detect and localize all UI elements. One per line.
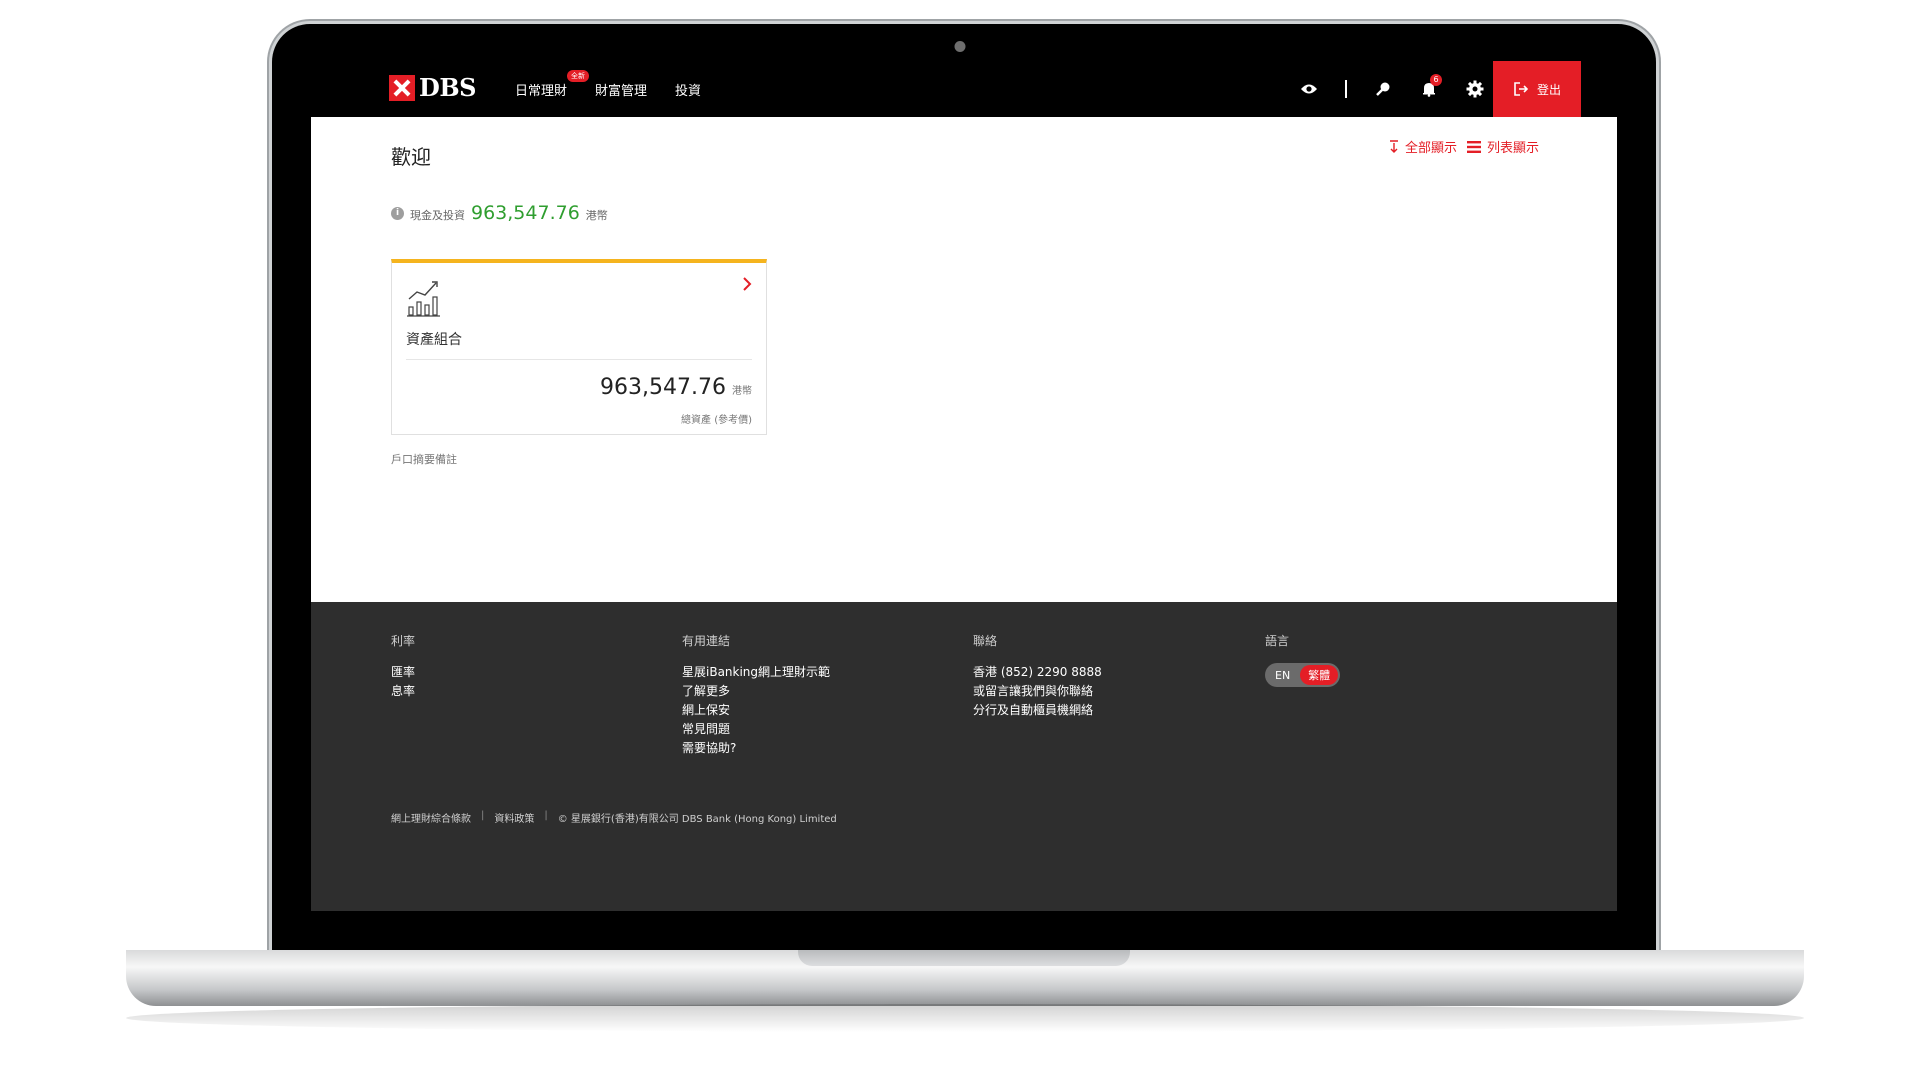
gear-icon[interactable] [1465,79,1485,99]
nav-label: 日常理財 [515,84,568,99]
footer-link-interest-rate[interactable]: 息率 [391,682,415,701]
cash-investment-summary: i 現金及投資 963,547.76 港幣 [391,202,608,224]
footer-useful-title: 有用連結 [682,634,731,648]
pin-icon[interactable] [1373,79,1393,99]
page-title: 歡迎 [391,145,431,169]
footer-link-help[interactable]: 需要協助? [682,739,830,758]
view-all-button[interactable]: 全部顯示 [1389,137,1457,156]
camera [954,41,966,52]
footer-rates-title: 利率 [391,634,416,648]
info-icon[interactable]: i [391,206,404,220]
expand-all-icon [1389,139,1398,153]
lang-option-zh[interactable]: 繁體 [1300,665,1339,685]
list-view-label: 列表顯示 [1486,141,1539,156]
legal-terms-link[interactable]: 網上理財綜合條款 [391,810,471,825]
main-content: 歡迎 全部顯示 列表顯示 i 現金及投資 963,547.76 港幣 資產組合 … [311,117,1617,602]
footer-useful-links: 有用連結 星展iBanking網上理財示範 了解更多 網上保安 常見問題 需要協… [682,632,830,758]
logout-icon [1514,82,1529,96]
dbs-logo-mark [389,74,415,101]
footer-language-title: 語言 [1265,634,1290,648]
laptop-notch [798,950,1130,966]
notification-count: 6 [1430,74,1442,86]
footer-link-fx-rate[interactable]: 匯率 [391,663,415,682]
list-icon [1466,140,1481,153]
laptop-shadow [126,1004,1804,1032]
logout-label: 登出 [1536,82,1561,97]
account-summary-note[interactable]: 戶口摘要備註 [391,451,457,467]
summary-label: 現金及投資 [410,209,465,222]
dbs-logo[interactable]: DBS [389,73,476,102]
nav-label: 財富管理 [595,84,648,99]
footer-link-branches[interactable]: 分行及自動櫃員機網絡 [973,701,1102,720]
footer: 利率 匯率 息率 有用連結 星展iBanking網上理財示範 了解更多 網上保安… [311,602,1617,911]
footer-contact: 聯絡 香港 (852) 2290 8888 或留言讓我們與你聯絡 分行及自動櫃員… [973,632,1102,720]
card-amount-currency: 港幣 [732,386,752,397]
summary-currency: 港幣 [585,209,608,222]
footer-link-learn-more[interactable]: 了解更多 [682,682,830,701]
card-divider [406,359,752,360]
footer-rates: 利率 匯率 息率 [391,632,415,701]
new-badge: 全新 [567,70,590,82]
legal-separator: | [481,810,485,821]
list-view-button[interactable]: 列表顯示 [1466,137,1539,156]
logo-text: DBS [419,73,476,102]
copyright-text: © 星展銀行(香港)有限公司 DBS Bank (Hong Kong) Limi… [557,814,837,825]
footer-link-faq[interactable]: 常見問題 [682,720,830,739]
header-icons: 6 [1299,61,1485,117]
legal-links: 網上理財綜合條款 | 資料政策 | © 星展銀行(香港)有限公司 DBS Ban… [391,810,837,825]
chevron-right-icon [742,275,752,296]
card-sub-label: 總資產 (參考價) [681,415,752,426]
eye-icon[interactable] [1299,79,1319,99]
footer-contact-title: 聯絡 [973,634,998,648]
footer-link-message[interactable]: 或留言讓我們與你聯絡 [973,682,1102,701]
lang-option-en[interactable]: EN [1267,667,1298,684]
top-bar: DBS 日常理財 全新 財富管理 投資 6 登出 [311,61,1617,117]
footer-link-phone[interactable]: 香港 (852) 2290 8888 [973,663,1102,682]
bell-icon[interactable]: 6 [1419,74,1442,99]
nav-daily-banking[interactable]: 日常理財 全新 [515,70,590,99]
language-toggle: EN 繁體 [1265,663,1341,687]
summary-value: 963,547.76 [471,202,580,224]
nav-wealth-management[interactable]: 財富管理 [595,80,647,99]
portfolio-card[interactable]: 資產組合 963,547.76 港幣 總資產 (參考價) [391,259,767,435]
footer-link-demo[interactable]: 星展iBanking網上理財示範 [682,663,830,682]
screen: DBS 日常理財 全新 財富管理 投資 6 登出 歡迎 全部顯示 列表顯示 i … [311,61,1617,911]
card-amount: 963,547.76 港幣 [600,375,752,400]
card-amount-value: 963,547.76 [600,375,726,400]
footer-link-security[interactable]: 網上保安 [682,701,830,720]
view-controls: 全部顯示 列表顯示 [1389,137,1539,156]
header-divider [1345,80,1347,98]
main-nav: 日常理財 全新 財富管理 投資 [515,70,701,99]
footer-language: 語言 EN 繁體 [1265,632,1341,687]
view-all-label: 全部顯示 [1404,141,1457,156]
legal-privacy-link[interactable]: 資料政策 [494,810,534,825]
card-title: 資產組合 [406,332,462,348]
legal-separator: | [544,810,548,821]
nav-investment[interactable]: 投資 [675,80,701,99]
logout-button[interactable]: 登出 [1493,61,1581,117]
nav-label: 投資 [675,84,702,99]
portfolio-chart-icon [406,277,444,321]
